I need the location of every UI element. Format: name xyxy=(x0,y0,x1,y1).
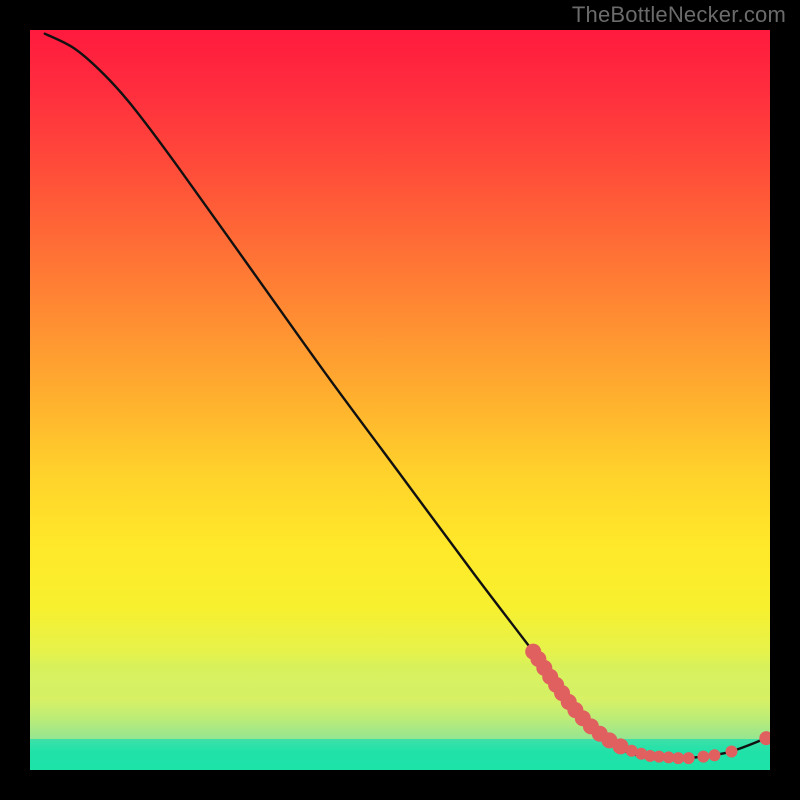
watermark-text: TheBottleNecker.com xyxy=(572,2,786,28)
marker-group xyxy=(525,644,770,765)
marker-point xyxy=(672,752,684,764)
marker-point xyxy=(709,749,721,761)
marker-point xyxy=(697,751,709,763)
plot-area xyxy=(30,30,770,770)
curve-svg xyxy=(30,30,770,770)
marker-point xyxy=(726,746,738,758)
marker-point xyxy=(683,752,695,764)
bottleneck-curve xyxy=(45,34,767,759)
chart-frame: TheBottleNecker.com xyxy=(0,0,800,800)
marker-point xyxy=(759,731,770,745)
